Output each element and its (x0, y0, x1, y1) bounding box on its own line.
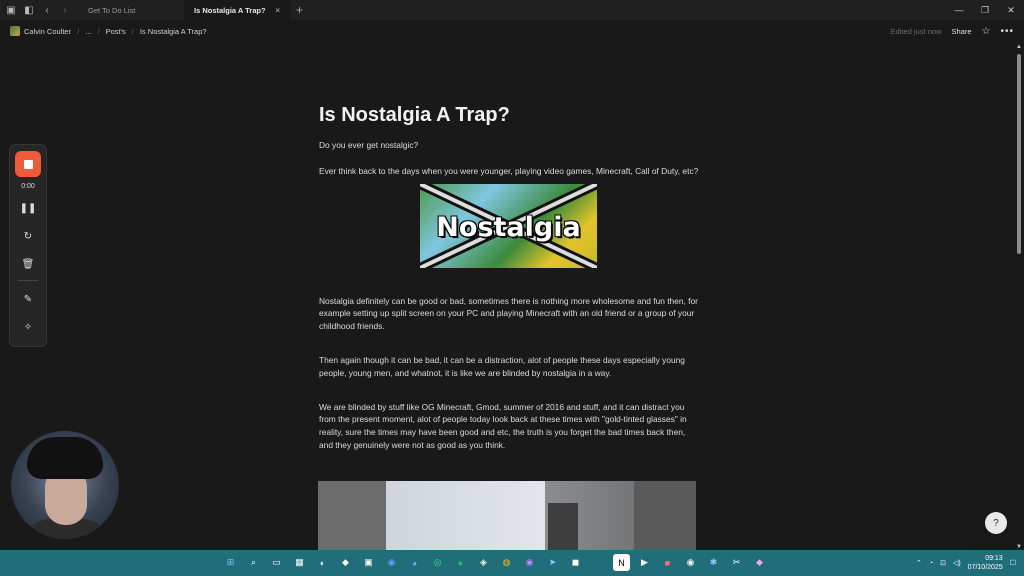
page-content: Is Nostalgia A Trap? Do you ever get nos… (319, 104, 699, 465)
app-icon[interactable]: ◼ (567, 554, 584, 571)
screen-recorder-panel: 0:00 ❚❚ ↻ 🗑 ✎ ✧ (9, 144, 47, 347)
scrollbar-thumb[interactable] (1017, 54, 1021, 254)
scroll-up-icon[interactable]: ▲ (1016, 44, 1022, 50)
back-icon[interactable]: ‹ (40, 3, 54, 17)
app-icon[interactable]: ◆ (337, 554, 354, 571)
tab-label: Is Nostalgia A Trap? (194, 5, 266, 15)
close-window-icon[interactable]: ✕ (998, 0, 1024, 20)
clock[interactable]: 09:13 07/10/2025 (968, 554, 1003, 572)
clock-time: 09:13 (985, 555, 1003, 562)
app-icon[interactable]: ◐ (314, 554, 331, 571)
tab-is-nostalgia-a-trap[interactable]: Is Nostalgia A Trap? × (184, 0, 290, 20)
close-tab-icon[interactable]: × (275, 6, 280, 15)
widgets-icon[interactable]: ▦ (291, 554, 308, 571)
apple-icon[interactable] (590, 554, 607, 571)
building-right (634, 481, 696, 551)
capcut-icon[interactable]: ✂ (728, 554, 745, 571)
taskbar-apps: ⊞ ⌕ ▭ ▦ ◐ ◆ ▣ ◉ ◕ ◎ ● ◈ ◍ ◉ ➤ ◼ N ▶ ■ ◉ … (222, 554, 768, 571)
workspace-icon (10, 26, 20, 36)
discord-icon[interactable]: ◕ (406, 554, 423, 571)
stop-record-button[interactable] (15, 151, 41, 177)
paragraph[interactable]: Ever think back to the days when you wer… (319, 165, 699, 178)
breadcrumb-separator: / (131, 26, 134, 36)
breadcrumb-current[interactable]: Is Nostalgia A Trap? (140, 27, 207, 36)
clock-date: 07/10/2025 (967, 564, 1003, 571)
network-icon[interactable]: ⊡ (940, 559, 946, 567)
building-center (548, 503, 578, 551)
building-photo[interactable] (318, 481, 696, 551)
app-icon[interactable]: ▶ (636, 554, 653, 571)
breadcrumb-parent[interactable]: Post's (106, 27, 126, 36)
chrome-icon[interactable]: ◍ (498, 554, 515, 571)
notion-icon[interactable]: N (613, 554, 630, 571)
delete-icon[interactable]: 🗑 (22, 256, 35, 274)
share-button[interactable]: Share (952, 27, 972, 36)
forward-icon[interactable]: › (58, 3, 72, 17)
image-title: Nostalgia (436, 211, 581, 243)
paragraph[interactable]: Do you ever get nostalgic? (319, 139, 699, 152)
app-icon[interactable]: ◉ (521, 554, 538, 571)
telegram-icon[interactable]: ➤ (544, 554, 561, 571)
chevron-up-icon[interactable]: ⌃ (916, 559, 922, 567)
app-tray-icon[interactable]: ◔ (929, 560, 933, 567)
app-icon: ▣ (6, 4, 16, 16)
start-icon[interactable]: ⊞ (222, 554, 239, 571)
tab-label: Get To Do List (88, 5, 136, 15)
divider (18, 280, 38, 281)
breadcrumb-separator: / (97, 26, 100, 36)
page-title[interactable]: Is Nostalgia A Trap? (319, 104, 699, 127)
paragraph[interactable]: Then again though it can be bad, it can … (319, 354, 699, 380)
minimize-icon[interactable]: — (946, 0, 972, 20)
whatsapp-icon[interactable]: ◎ (429, 554, 446, 571)
app-icon[interactable]: ◉ (383, 554, 400, 571)
sidebar-toggle-icon[interactable]: ◧ (22, 3, 36, 17)
search-icon[interactable]: ⌕ (245, 554, 262, 571)
paragraph[interactable]: Nostalgia definitely can be good or bad,… (319, 295, 699, 333)
restart-icon[interactable]: ↻ (24, 228, 32, 246)
browser-titlebar: ▣ ◧ ‹ › Get To Do List Is Nostalgia A Tr… (0, 0, 1024, 20)
os-taskbar: ⊞ ⌕ ▭ ▦ ◐ ◆ ▣ ◉ ◕ ◎ ● ◈ ◍ ◉ ➤ ◼ N ▶ ■ ◉ … (0, 550, 1024, 576)
app-icon[interactable]: ✱ (705, 554, 722, 571)
tab-get-to-do-list[interactable]: Get To Do List (78, 0, 184, 20)
record-timer: 0:00 (21, 183, 35, 190)
favorite-star-icon[interactable]: ☆ (982, 26, 991, 37)
edited-status: Edited just now (890, 26, 942, 36)
breadcrumb-separator: / (77, 26, 80, 36)
nostalgia-image[interactable]: Nostalgia (420, 183, 597, 268)
app-icon[interactable]: ◉ (682, 554, 699, 571)
spotify-icon[interactable]: ● (452, 554, 469, 571)
app-icon[interactable]: ■ (659, 554, 676, 571)
app-icon[interactable]: ◈ (475, 554, 492, 571)
page-actions: Edited just now Share ☆ ••• (891, 20, 1014, 42)
maximize-icon[interactable]: ❐ (972, 0, 998, 20)
breadcrumb: Calvin Coulter / ... / Post's / Is Nosta… (0, 20, 1024, 42)
paragraph[interactable]: We are blinded by stuff like OG Minecraf… (319, 401, 699, 452)
app-icon[interactable]: ▣ (360, 554, 377, 571)
new-tab-button[interactable]: + (296, 3, 303, 17)
effects-icon[interactable]: ✧ (24, 319, 32, 337)
scrollbar[interactable]: ▲ ▼ (1016, 44, 1022, 550)
volume-icon[interactable]: ◁) (953, 559, 961, 567)
building-left (318, 481, 386, 551)
more-options-icon[interactable]: ••• (1000, 26, 1014, 37)
breadcrumb-workspace[interactable]: Calvin Coulter (24, 27, 71, 36)
system-tray: ⌃ ◔ ⊡ ◁) 09:13 07/10/2025 ☐ (916, 550, 1016, 576)
app-icon[interactable]: ◆ (751, 554, 768, 571)
task-view-icon[interactable]: ▭ (268, 554, 285, 571)
breadcrumb-ellipsis[interactable]: ... (85, 27, 91, 36)
webcam-hair (27, 437, 103, 479)
help-icon[interactable]: ? (985, 512, 1007, 534)
stop-icon (23, 159, 33, 169)
pen-icon[interactable]: ✎ (24, 291, 32, 309)
window-controls: — ❐ ✕ (946, 0, 1024, 20)
webcam-overlay[interactable] (11, 431, 119, 539)
notifications-icon[interactable]: ☐ (1010, 559, 1016, 567)
pause-icon[interactable]: ❚❚ (20, 200, 37, 218)
